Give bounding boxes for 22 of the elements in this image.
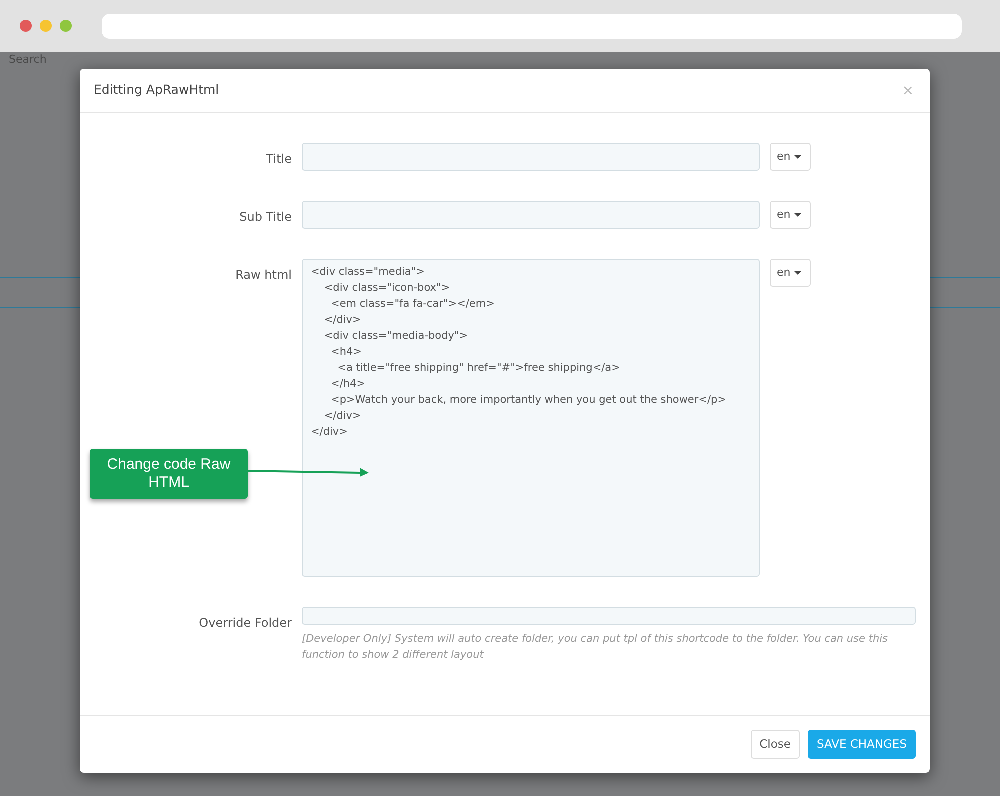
code-textarea[interactable]: <div class="media"> <div class="icon-box"> <em class="fa fa-car"></em> </div> <div class="media-body"> <h4> <a title="free shipping" href="#">free shipping</a> </h4> <p>Watch your back, more importantly when you get out the shower</p> </div> </div>	[302, 259, 760, 577]
language-dropdown[interactable]: en	[770, 259, 811, 287]
text-input[interactable]	[302, 607, 916, 625]
language-dropdown[interactable]: en	[770, 201, 811, 229]
help-text: [Developer Only] System will auto create folder, you can put tpl of this shortcode to the folder. You can use this function to show 2 different layout	[302, 632, 889, 663]
window-close-dot[interactable]	[20, 20, 32, 32]
field-label: Raw html	[234, 267, 292, 284]
text-input[interactable]	[302, 143, 760, 171]
language-dropdown[interactable]: en	[770, 143, 811, 171]
close-text-button[interactable]: Close	[750, 730, 800, 759]
caret-icon	[794, 271, 802, 275]
address-bar[interactable]	[102, 14, 962, 38]
modal-title: Editting ApRawHtml	[94, 81, 220, 100]
window-zoom-dot[interactable]	[60, 20, 72, 32]
field-label: Title	[265, 151, 292, 168]
window-minimize-dot[interactable]	[40, 20, 52, 32]
text-input[interactable]	[302, 201, 760, 229]
field-label: Sub Title	[238, 209, 292, 226]
caret-icon	[794, 213, 802, 217]
field-label: Override Folder	[198, 615, 292, 632]
caret-icon	[794, 155, 802, 159]
callout-label: Change code Raw HTML	[90, 449, 248, 499]
